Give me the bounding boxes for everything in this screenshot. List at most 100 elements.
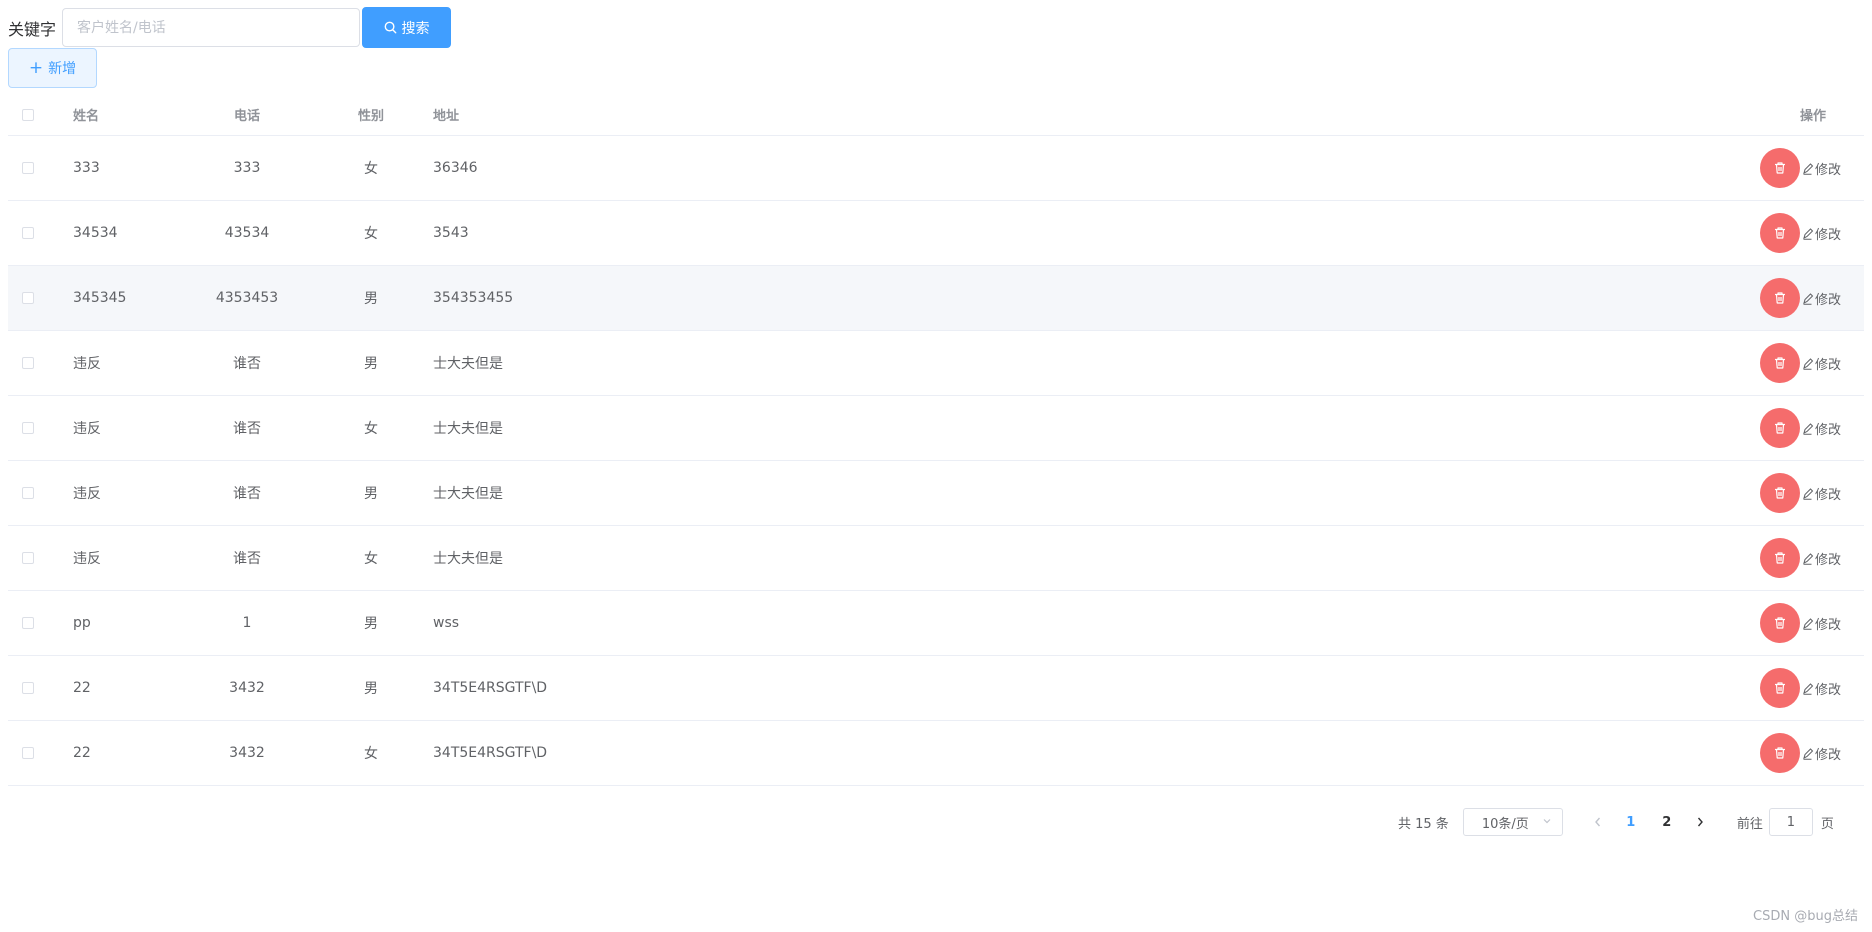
cell-gender: 男: [364, 356, 378, 372]
cell-ops: 修改: [1760, 266, 1841, 330]
edit-label: 修改: [1815, 292, 1842, 308]
cell-gender: 女: [364, 421, 378, 437]
trash-icon: [1773, 226, 1787, 240]
delete-button[interactable]: [1760, 213, 1800, 253]
search-button-label: 搜索: [401, 20, 430, 37]
delete-button[interactable]: [1760, 473, 1800, 513]
edit-icon: [1802, 617, 1814, 630]
edit-button[interactable]: 修改: [1802, 679, 1841, 698]
customer-table: 姓名 电话 性别 地址 操作 333 333 女 36346 修改 34534 43534 女…: [8, 94, 1864, 786]
row-select-cell: [8, 656, 48, 720]
chevron-left-icon: [1594, 817, 1600, 827]
table-row[interactable]: 333 333 女 36346 修改: [8, 136, 1864, 201]
edit-button[interactable]: 修改: [1802, 614, 1841, 633]
table-row[interactable]: 违反 谁否 男 士大夫但是 修改: [8, 331, 1864, 396]
delete-button[interactable]: [1760, 408, 1800, 448]
delete-button[interactable]: [1760, 538, 1800, 578]
cell-gender: 男: [364, 291, 378, 307]
goto-page-input[interactable]: [1768, 808, 1813, 836]
page-size-select[interactable]: 10条/页: [1462, 808, 1563, 836]
row-checkbox[interactable]: [22, 227, 34, 239]
edit-label: 修改: [1815, 617, 1842, 633]
edit-button[interactable]: 修改: [1802, 289, 1841, 308]
table-row[interactable]: 34534 43534 女 3543 修改: [8, 201, 1864, 266]
table-row[interactable]: 345345 4353453 男 354353455 修改: [8, 266, 1864, 331]
column-header-address[interactable]: 地址: [433, 94, 459, 135]
trash-icon: [1773, 746, 1787, 760]
delete-button[interactable]: [1760, 278, 1800, 318]
edit-button[interactable]: 修改: [1802, 484, 1841, 503]
table-body: 333 333 女 36346 修改 34534 43534 女 3543 修改 345345 435…: [8, 136, 1864, 786]
table-row[interactable]: pp 1 男 wss 修改: [8, 591, 1864, 656]
select-all-checkbox[interactable]: [22, 108, 34, 121]
cell-ops: 修改: [1760, 201, 1841, 265]
row-checkbox[interactable]: [22, 422, 34, 434]
edit-button[interactable]: 修改: [1802, 549, 1841, 568]
cell-name: 333: [73, 160, 100, 176]
trash-icon: [1773, 356, 1787, 370]
edit-icon: [1802, 682, 1814, 695]
edit-label: 修改: [1815, 552, 1842, 568]
goto-label: 前往: [1736, 816, 1763, 832]
edit-button[interactable]: 修改: [1802, 419, 1841, 438]
cell-address: wss: [433, 615, 460, 631]
edit-label: 修改: [1815, 747, 1842, 763]
cell-gender: 女: [364, 161, 378, 177]
table-row[interactable]: 违反 谁否 女 士大夫但是 修改: [8, 396, 1864, 461]
cell-gender: 女: [364, 746, 378, 762]
row-checkbox[interactable]: [22, 747, 34, 759]
cell-ops: 修改: [1760, 526, 1841, 590]
cell-ops: 修改: [1760, 461, 1841, 525]
edit-button[interactable]: 修改: [1802, 744, 1841, 763]
edit-button[interactable]: 修改: [1802, 224, 1841, 243]
cell-phone: 谁否: [233, 486, 261, 502]
next-page-button[interactable]: [1685, 808, 1715, 836]
row-checkbox[interactable]: [22, 357, 34, 369]
page-2[interactable]: 2: [1649, 808, 1685, 836]
cell-ops: 修改: [1760, 656, 1841, 720]
delete-button[interactable]: [1760, 148, 1800, 188]
table-row[interactable]: 违反 谁否 男 士大夫但是 修改: [8, 461, 1864, 526]
table-row[interactable]: 违反 谁否 女 士大夫但是 修改: [8, 526, 1864, 591]
keyword-label: 关键字: [8, 19, 57, 39]
page-1[interactable]: 1: [1613, 808, 1649, 836]
edit-icon: [1802, 292, 1814, 305]
cell-ops: 修改: [1760, 136, 1841, 200]
edit-button[interactable]: 修改: [1802, 354, 1841, 373]
row-checkbox[interactable]: [22, 162, 34, 174]
row-select-cell: [8, 591, 48, 655]
cell-address: 36346: [433, 160, 478, 176]
edit-button[interactable]: 修改: [1802, 159, 1841, 178]
edit-label: 修改: [1815, 422, 1842, 438]
cell-ops: 修改: [1760, 721, 1841, 785]
row-checkbox[interactable]: [22, 552, 34, 564]
search-button[interactable]: 搜索: [362, 7, 452, 48]
search-input[interactable]: [62, 8, 361, 47]
row-checkbox[interactable]: [22, 292, 34, 304]
row-checkbox[interactable]: [22, 487, 34, 499]
cell-phone: 谁否: [233, 421, 261, 437]
column-header-name[interactable]: 姓名: [73, 94, 99, 135]
cell-name: 违反: [73, 421, 101, 437]
trash-icon: [1773, 421, 1787, 435]
column-header-ops: 操作: [1799, 109, 1826, 124]
delete-button[interactable]: [1760, 733, 1800, 773]
edit-label: 修改: [1815, 357, 1842, 373]
row-checkbox[interactable]: [22, 617, 34, 629]
cell-gender: 男: [364, 681, 378, 697]
column-header-phone[interactable]: 电话: [143, 94, 351, 135]
delete-button[interactable]: [1760, 343, 1800, 383]
table-row[interactable]: 22 3432 男 34T5E4RSGTF\D 修改: [8, 656, 1864, 721]
cell-phone: 谁否: [233, 356, 261, 372]
delete-button[interactable]: [1760, 668, 1800, 708]
add-button[interactable]: + 新增: [8, 48, 97, 88]
cell-address: 34T5E4RSGTF\D: [433, 745, 548, 761]
prev-page-button[interactable]: [1583, 808, 1613, 836]
chevron-down-icon: [1542, 816, 1552, 829]
column-header-gender[interactable]: 性别: [321, 94, 421, 135]
search-bar: 关键字 搜索: [8, 7, 452, 48]
table-row[interactable]: 22 3432 女 34T5E4RSGTF\D 修改: [8, 721, 1864, 786]
row-checkbox[interactable]: [22, 682, 34, 694]
delete-button[interactable]: [1760, 603, 1800, 643]
cell-address: 3543: [433, 225, 469, 241]
